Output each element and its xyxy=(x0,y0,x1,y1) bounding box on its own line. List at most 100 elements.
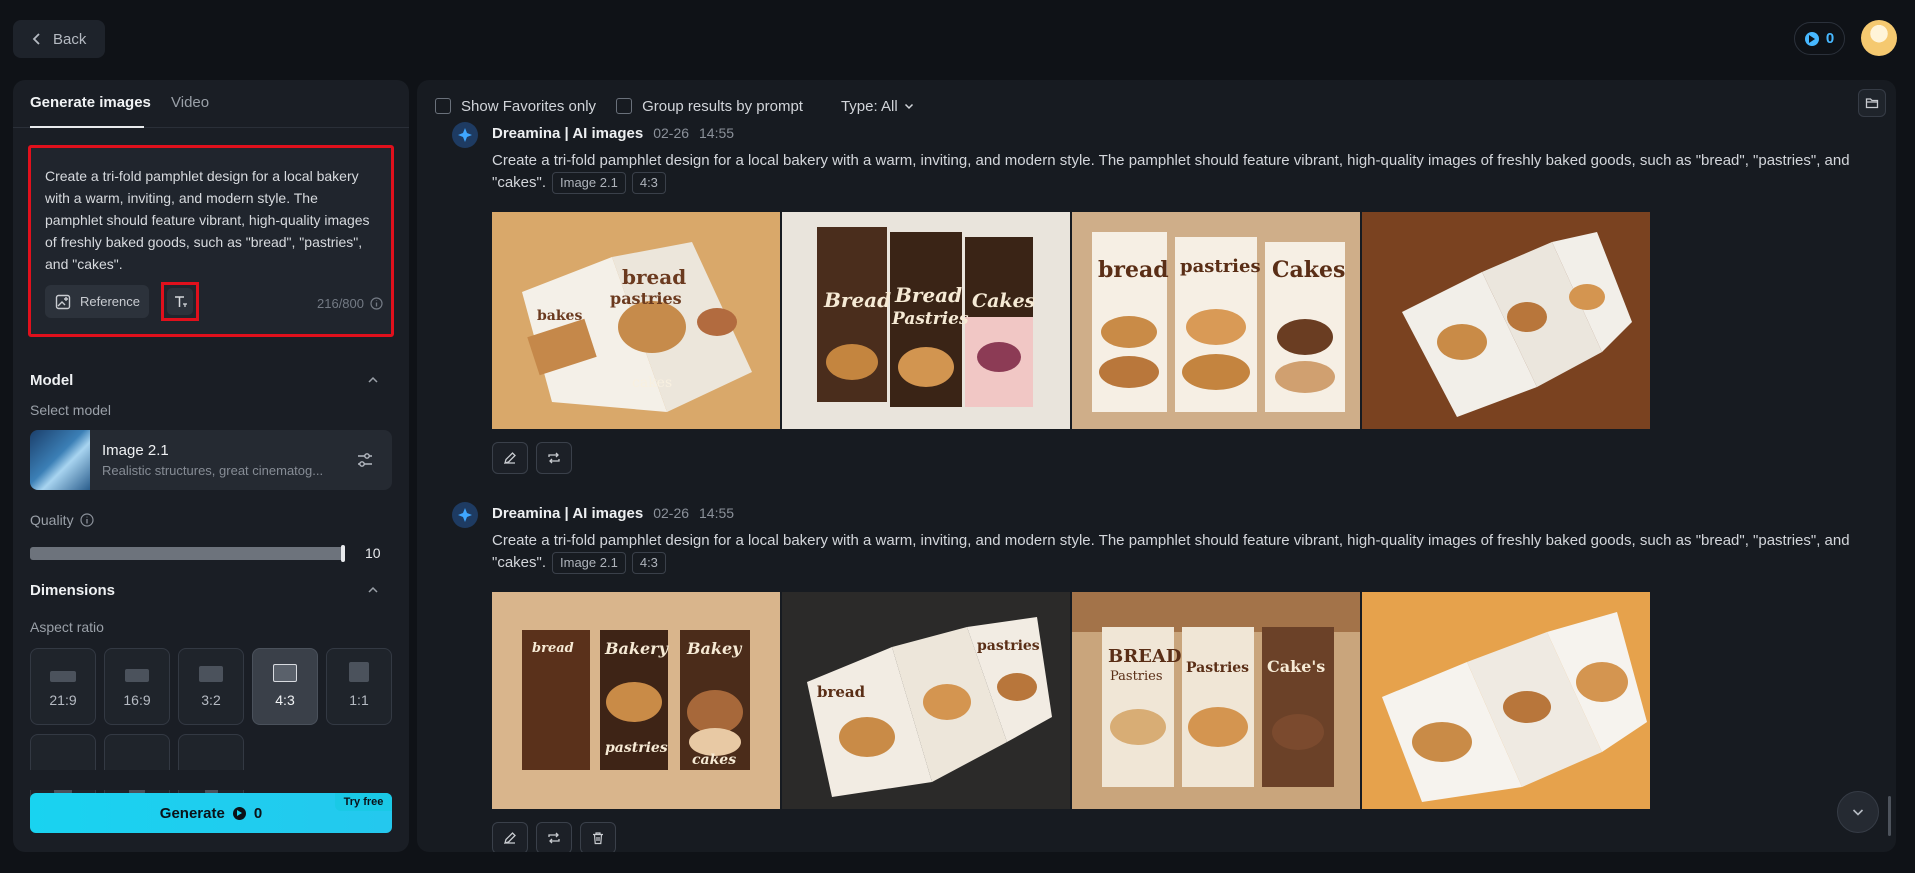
credit-coin-icon xyxy=(1804,31,1819,46)
pamphlet-word: bread xyxy=(817,683,866,701)
ratio-label: 3:2 xyxy=(201,692,221,708)
pamphlet-word: Cake's xyxy=(1267,657,1325,676)
text-style-button[interactable] xyxy=(161,282,199,321)
quality-slider[interactable] xyxy=(30,547,345,560)
credits-count: 0 xyxy=(1825,30,1835,47)
pamphlet-image: bread pastries Cakes xyxy=(1072,212,1360,429)
prompt-input[interactable]: Create a tri-fold pamphlet design for a … xyxy=(45,165,375,275)
pamphlet-word: bread xyxy=(1098,257,1169,283)
pamphlet-word: bakes xyxy=(537,308,582,324)
ratio-label: 21:9 xyxy=(49,692,77,708)
text-format-icon xyxy=(174,296,187,307)
quality-slider-fill xyxy=(30,547,345,560)
char-counter: 216/800 xyxy=(317,296,383,311)
scrollbar-thumb[interactable] xyxy=(1888,796,1891,836)
type-dropdown-label: Type: All xyxy=(840,97,898,115)
model-tag: Image 2.1 xyxy=(552,552,626,574)
group-prompt[interactable]: Create a tri-fold pamphlet design for a … xyxy=(492,150,1862,194)
ratio-21-9-button[interactable]: 21:9 xyxy=(30,648,96,725)
sliders-icon[interactable] xyxy=(355,450,375,470)
group-by-prompt-label[interactable]: Group results by prompt xyxy=(642,98,803,115)
mode-tabs: Generate images Video xyxy=(13,80,409,128)
favorites-label[interactable]: Show Favorites only xyxy=(461,98,596,115)
pamphlet-image xyxy=(1362,212,1650,429)
collapse-model-icon[interactable] xyxy=(368,375,378,385)
ratio-3-2-button[interactable]: 3:2 xyxy=(178,648,244,725)
pamphlet-word: pastries xyxy=(605,740,668,756)
info-icon[interactable] xyxy=(79,513,94,527)
back-button[interactable]: Back xyxy=(13,20,105,58)
result-image[interactable]: bread pastries Cakes xyxy=(1072,212,1360,429)
prompt-box[interactable]: Create a tri-fold pamphlet design for a … xyxy=(28,145,394,337)
folder-button[interactable] xyxy=(1858,89,1886,117)
pamphlet-word: cakes xyxy=(692,752,736,768)
model-selector[interactable]: Image 2.1 Realistic structures, great ci… xyxy=(30,430,392,490)
ratio-shape-icon xyxy=(50,671,76,682)
reference-label: Reference xyxy=(80,294,140,309)
favorites-checkbox[interactable] xyxy=(435,98,451,114)
group-prompt-text: Create a tri-fold pamphlet design for a … xyxy=(492,532,1850,571)
group-date: 02-26 xyxy=(653,125,690,141)
reference-button[interactable]: Reference xyxy=(45,285,149,318)
ratio-label: 16:9 xyxy=(123,692,151,708)
type-dropdown[interactable]: Type: All xyxy=(841,98,914,115)
image-add-icon xyxy=(55,294,71,309)
model-tag: Image 2.1 xyxy=(552,172,626,194)
quality-value: 10 xyxy=(365,545,381,561)
pamphlet-image: bread pastries bakes cakes xyxy=(492,212,780,429)
ratio-1-1-button[interactable]: 1:1 xyxy=(326,648,392,725)
result-image[interactable] xyxy=(1362,212,1650,429)
edit-button[interactable] xyxy=(492,822,528,852)
info-icon[interactable] xyxy=(370,297,383,310)
avatar[interactable] xyxy=(1861,20,1897,56)
quality-label-row: Quality xyxy=(30,512,94,528)
pamphlet-word: Bakery xyxy=(604,639,670,658)
ratio-16-9-button[interactable]: 16:9 xyxy=(104,648,170,725)
pamphlet-word: bread xyxy=(622,265,686,289)
chevron-left-icon xyxy=(32,33,40,45)
results-panel: Show Favorites only Group results by pro… xyxy=(417,80,1896,852)
tab-generate-images[interactable]: Generate images xyxy=(30,94,151,111)
group-source: Dreamina | AI images xyxy=(492,125,644,142)
collapse-dimensions-icon[interactable] xyxy=(368,585,378,595)
tab-video[interactable]: Video xyxy=(171,94,209,111)
group-time: 14:55 xyxy=(699,505,735,521)
dreamina-logo-icon xyxy=(452,122,478,148)
scroll-down-button[interactable] xyxy=(1837,791,1879,833)
group-by-prompt-checkbox[interactable] xyxy=(616,98,633,114)
ratio-4-3-button[interactable]: 4:3 xyxy=(252,648,318,725)
result-image[interactable]: bread pastries xyxy=(782,592,1070,809)
pamphlet-word: Bread xyxy=(894,283,962,307)
pamphlet-image: bread Bakery Bakey pastries cakes xyxy=(492,592,780,809)
model-thumbnail xyxy=(30,430,90,490)
pamphlet-word: Pastries xyxy=(891,309,969,329)
pamphlet-word: BREAD xyxy=(1108,646,1181,667)
model-section-title: Model xyxy=(30,372,74,389)
group-prompt[interactable]: Create a tri-fold pamphlet design for a … xyxy=(492,530,1862,574)
group-header: Dreamina | AI images 02-26 14:55 xyxy=(492,505,734,522)
pamphlet-word: pastries xyxy=(977,638,1040,654)
edit-button[interactable] xyxy=(492,442,528,474)
chevron-down-icon xyxy=(904,103,913,110)
delete-button[interactable] xyxy=(580,822,616,852)
aspect-ratio-label: Aspect ratio xyxy=(30,619,104,635)
result-image[interactable]: BREAD Pastries Pastries Cake's xyxy=(1072,592,1360,809)
back-label: Back xyxy=(53,30,87,48)
pamphlet-word: Pastries xyxy=(1186,660,1249,676)
regenerate-button[interactable] xyxy=(536,442,572,474)
pamphlet-word: Pastries xyxy=(1110,669,1163,684)
quality-slider-handle[interactable] xyxy=(341,545,345,562)
result-image[interactable]: bread pastries bakes cakes xyxy=(492,212,780,429)
group-source: Dreamina | AI images xyxy=(492,505,644,522)
pamphlet-word: Cakes xyxy=(1272,257,1345,283)
credits-badge[interactable]: 0 xyxy=(1794,22,1845,55)
repeat-icon xyxy=(548,832,560,844)
result-image[interactable]: bread Bakery Bakey pastries cakes xyxy=(492,592,780,809)
ratio-tag: 4:3 xyxy=(631,552,666,574)
filter-bar: Show Favorites only Group results by pro… xyxy=(435,95,914,117)
result-image[interactable] xyxy=(1362,592,1650,809)
result-image[interactable]: Bread Bread Pastries Cakes xyxy=(782,212,1070,429)
regenerate-button[interactable] xyxy=(536,822,572,852)
pamphlet-word: Bread xyxy=(823,288,891,312)
pamphlet-word: Bakey xyxy=(686,639,743,658)
